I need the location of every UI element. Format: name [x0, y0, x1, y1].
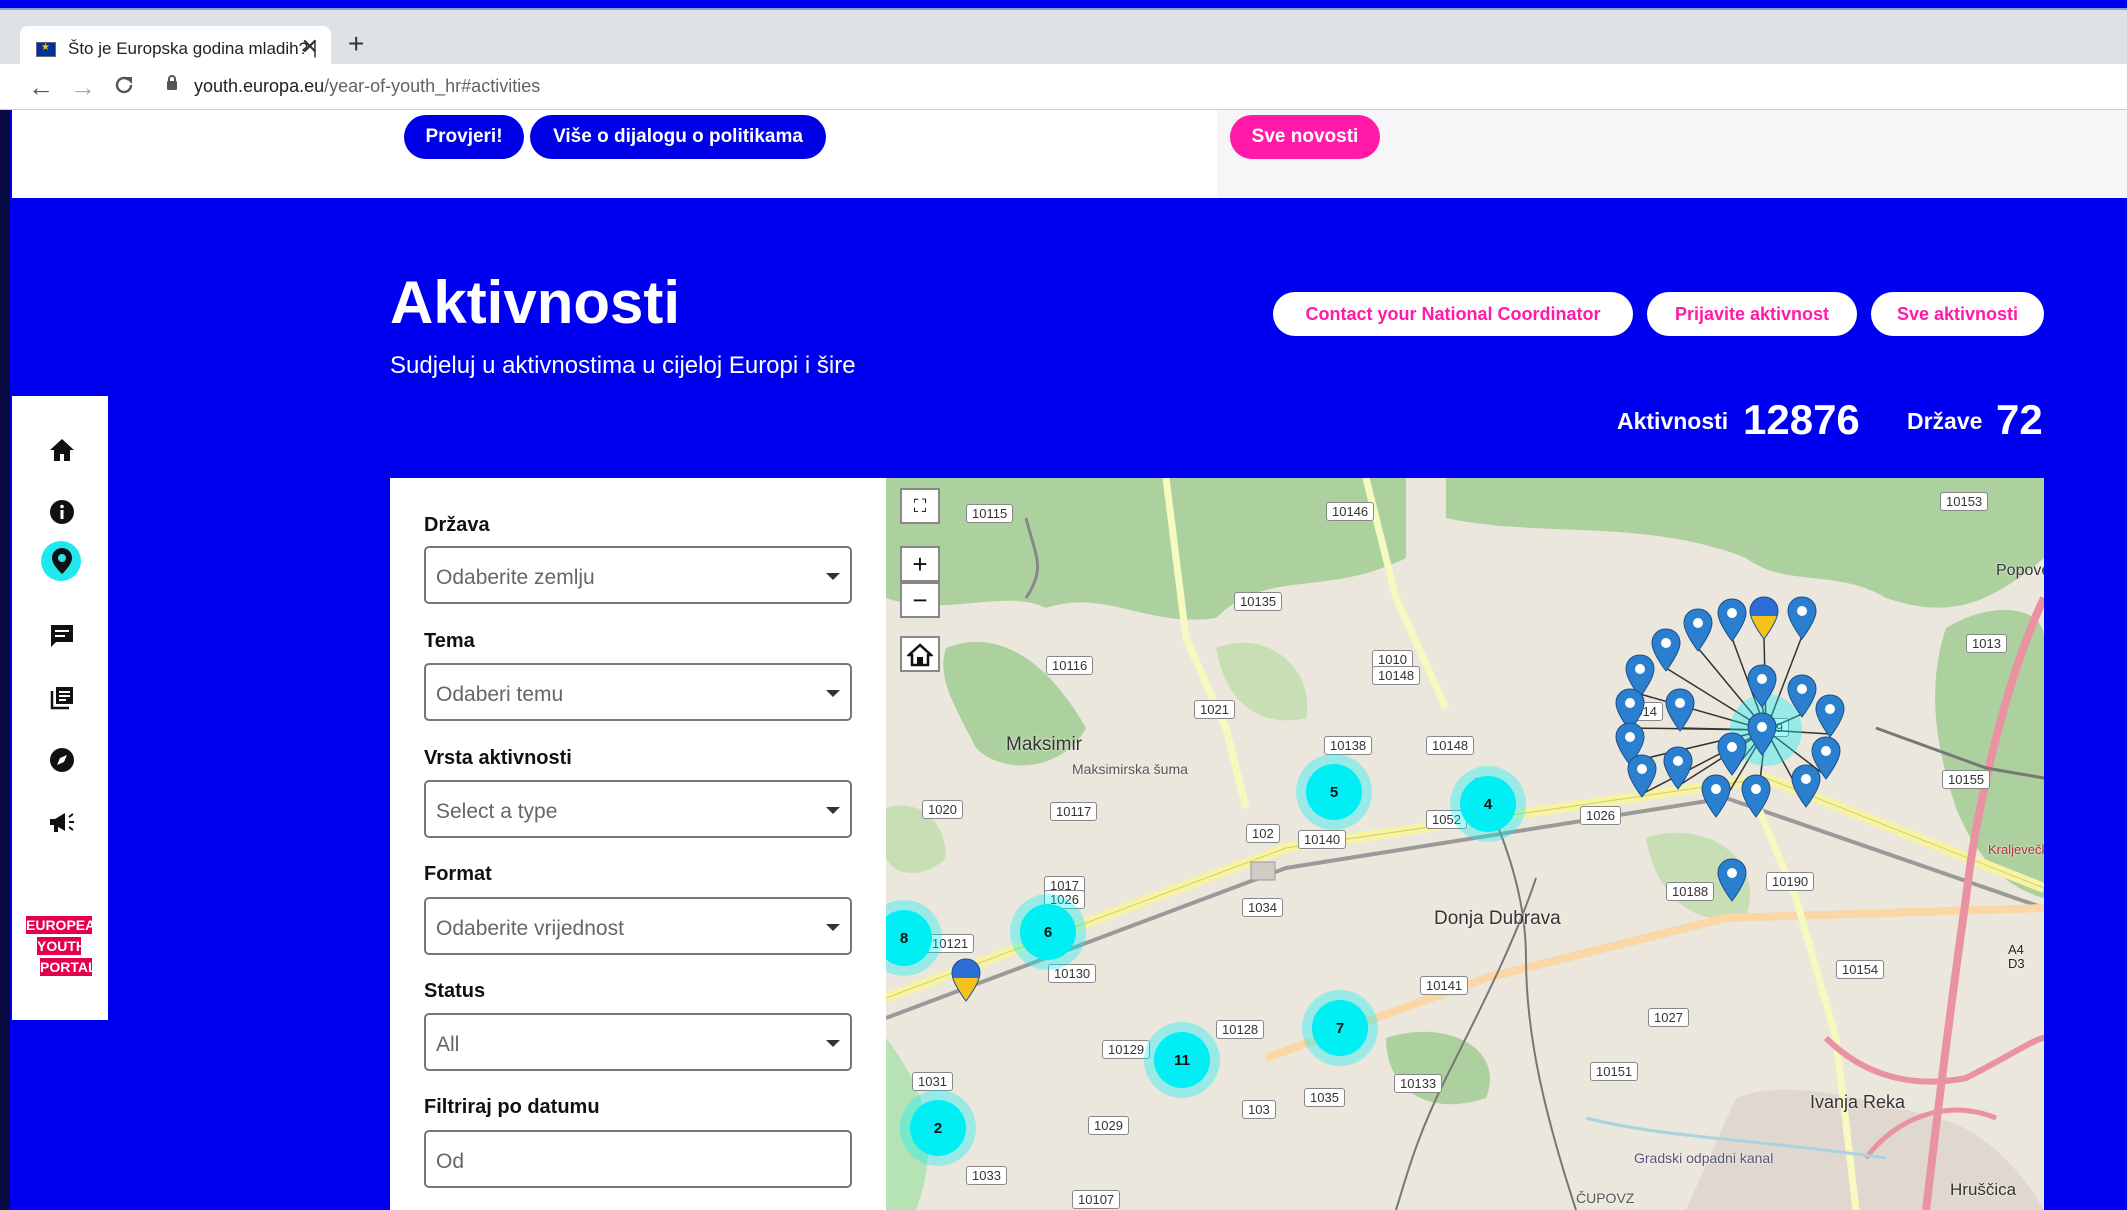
top-button-strip: Provjeri! Više o dijalogu o politikama S… [12, 110, 2127, 198]
activity-marker-icon[interactable] [1701, 774, 1731, 818]
country-label: Država [424, 514, 490, 536]
activity-marker-icon[interactable] [1815, 694, 1845, 738]
activity-marker-icon[interactable] [1741, 774, 1771, 818]
compass-icon[interactable] [46, 744, 78, 776]
library-icon[interactable] [46, 682, 78, 714]
activity-type-label: Vrsta aktivnosti [424, 747, 572, 769]
activity-marker-icon[interactable] [1627, 754, 1657, 798]
activity-marker-icon[interactable] [1683, 608, 1713, 652]
chevron-down-icon [826, 807, 840, 814]
country-placeholder: Odaberite zemlju [436, 566, 595, 589]
activity-marker-icon[interactable] [1663, 746, 1693, 790]
all-news-button[interactable]: Sve novosti [1230, 115, 1380, 159]
chat-icon[interactable] [46, 620, 78, 652]
report-activity-button[interactable]: Prijavite aktivnost [1647, 292, 1857, 336]
theme-label: Tema [424, 630, 475, 652]
chevron-down-icon [826, 573, 840, 580]
status-value: All [436, 1033, 460, 1056]
date-from-input[interactable]: Od [424, 1130, 852, 1188]
policy-dialogue-button[interactable]: Više o dijalogu o politikama [530, 115, 826, 159]
format-label: Format [424, 863, 492, 885]
activity-type-placeholder: Select a type [436, 800, 558, 823]
status-label: Status [424, 980, 486, 1002]
activity-marker-icon[interactable] [1651, 628, 1681, 672]
activity-marker-icon[interactable] [1747, 664, 1777, 708]
country-select[interactable]: Odaberite zemlju [424, 546, 852, 604]
new-tab-icon[interactable]: + [348, 28, 364, 60]
european-youth-portal-logo[interactable]: EUROPEAN YOUTH PORTAL [26, 916, 106, 979]
page-edge [0, 110, 10, 1210]
activity-marker-icon[interactable] [1747, 712, 1777, 756]
home-icon[interactable] [46, 434, 78, 466]
countries-count-label: Države [1907, 408, 1983, 434]
page-subtitle: Sudjeluj u aktivnostima u cijeloj Europi… [390, 352, 856, 379]
side-nav: EUROPEAN YOUTH PORTAL [12, 396, 108, 1020]
reload-icon[interactable] [112, 73, 136, 104]
chevron-down-icon [826, 690, 840, 697]
megaphone-icon[interactable] [46, 806, 78, 838]
ukraine-activity-marker-icon[interactable] [951, 958, 981, 1002]
date-filter-label: Filtriraj po datumu [424, 1096, 600, 1118]
all-activities-button[interactable]: Sve aktivnosti [1871, 292, 2044, 336]
chevron-down-icon [826, 924, 840, 931]
activity-marker-icon[interactable] [1717, 732, 1747, 776]
status-select[interactable]: All [424, 1013, 852, 1071]
contact-coordinator-button[interactable]: Contact your National Coordinator [1273, 292, 1633, 336]
activities-map[interactable]: ⛶ + − Maksimir Maksimirska šuma Donja Dubr… [886, 478, 2044, 1210]
logo-line-1: EUROPEAN [26, 916, 106, 934]
filter-panel: Država Odaberite zemlju Tema Odaberi tem… [390, 478, 886, 1210]
close-tab-icon[interactable]: ✕ [301, 34, 319, 60]
activity-marker-icon[interactable] [1787, 596, 1817, 640]
activities-count-label: Aktivnosti [1617, 408, 1729, 434]
eu-flag-favicon-icon [36, 42, 56, 57]
lock-icon [166, 75, 178, 95]
logo-line-2: YOUTH [37, 937, 86, 955]
logo-line-3: PORTAL [40, 958, 97, 976]
activity-marker-icon[interactable] [1787, 674, 1817, 718]
format-select[interactable]: Odaberite vrijednost [424, 897, 852, 955]
address-bar: ← → youth.europa.eu/year-of-youth_hr#act… [0, 64, 2127, 110]
theme-placeholder: Odaberi temu [436, 683, 564, 706]
page-title: Aktivnosti [390, 269, 681, 336]
countries-count-value: 72 [1996, 396, 2043, 443]
ukraine-activity-marker-icon[interactable] [1749, 596, 1779, 640]
activity-marker-icon[interactable] [1791, 764, 1821, 808]
url-field[interactable]: youth.europa.eu/year-of-youth_hr#activit… [194, 76, 540, 97]
format-placeholder: Odaberite vrijednost [436, 917, 624, 940]
date-from-placeholder: Od [436, 1150, 465, 1173]
activity-marker-icon[interactable] [1717, 598, 1747, 642]
spider-legs [1629, 635, 1831, 815]
chevron-down-icon [826, 1040, 840, 1047]
activity-marker-icon[interactable] [1717, 858, 1747, 902]
check-button[interactable]: Provjeri! [404, 115, 524, 159]
activities-count-value: 12876 [1743, 396, 1860, 443]
tab-title: Što je Europska godina mladih? | [68, 39, 318, 58]
map-pin-icon[interactable] [46, 545, 78, 577]
activity-marker-icon[interactable] [1665, 688, 1695, 732]
back-icon[interactable]: ← [28, 72, 54, 103]
theme-select[interactable]: Odaberi temu [424, 663, 852, 721]
browser-tab-strip: Što je Europska godina mladih? | ✕ + [0, 8, 2127, 74]
activity-type-select[interactable]: Select a type [424, 780, 852, 838]
forward-icon[interactable]: → [70, 72, 96, 103]
info-icon[interactable] [46, 496, 78, 528]
